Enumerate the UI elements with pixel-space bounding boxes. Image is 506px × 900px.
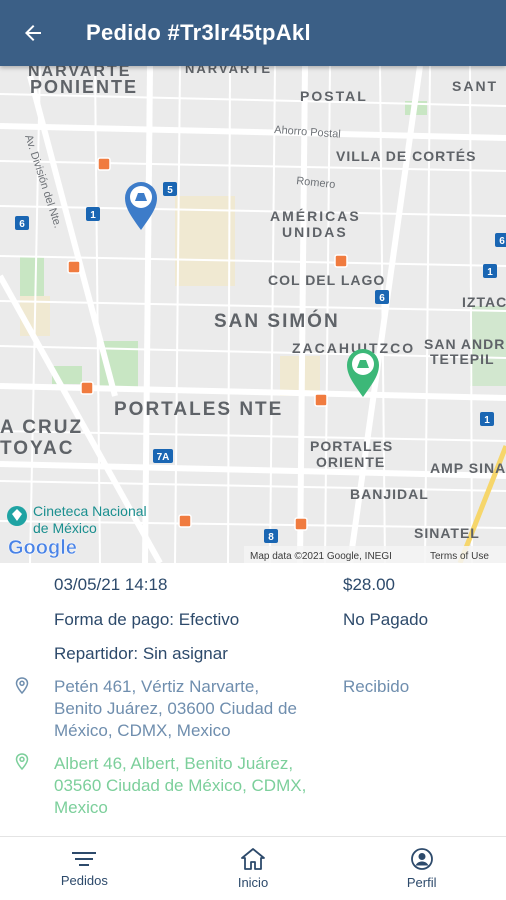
terms-of-use-link[interactable]: Terms of Use <box>430 551 489 562</box>
pickup-address: Petén 461, Vértiz Narvarte, Benito Juáre… <box>54 676 297 742</box>
google-logo: Google <box>8 537 77 559</box>
label-santa: SANT <box>452 78 498 94</box>
delivery-address-line: Mexico <box>54 798 108 817</box>
label-poniente: PONIENTE <box>30 77 138 97</box>
account-circle-icon <box>410 848 433 870</box>
nav-pedidos[interactable]: Pedidos <box>0 837 169 900</box>
label-portales-nte: PORTALES NTE <box>114 399 283 420</box>
label-americas: AMÉRICAS <box>270 208 361 224</box>
nav-perfil-label: Perfil <box>406 875 437 890</box>
label-col-del-lago: COL DEL LAGO <box>268 272 385 288</box>
svg-text:6: 6 <box>19 219 25 230</box>
map-canvas[interactable]: NARVARTE PONIENTE NARVARTE POSTAL SANT V… <box>0 66 506 563</box>
order-details: 03/05/21 14:18 $28.00 Forma de pago: Efe… <box>0 563 506 835</box>
courier: Repartidor: Sin asignar <box>54 644 228 663</box>
svg-text:6: 6 <box>379 293 385 304</box>
label-san-andres: SAN ANDR <box>424 336 505 352</box>
page-title: Pedido #Tr3lr45tpAkl <box>86 20 311 45</box>
pickup-address-line: Petén 461, Vértiz Narvarte, <box>54 677 260 696</box>
app-bar: Pedido #Tr3lr45tpAkl <box>0 0 506 66</box>
map-marker-outline-icon <box>15 753 29 771</box>
label-sinatel: SINATEL <box>414 525 480 541</box>
label-atoyac: TOYAC <box>0 438 74 459</box>
pickup-address-line: México, CDMX, Mexico <box>54 721 231 740</box>
label-unidas: UNIDAS <box>282 224 348 240</box>
label-oriente: ORIENTE <box>316 454 385 470</box>
label-banjidal: BANJIDAL <box>350 486 429 502</box>
pickup-address-line: Benito Juárez, 03600 Ciudad de <box>54 699 297 718</box>
home-icon <box>241 848 265 870</box>
label-villa-de-cortes: VILLA DE CORTÉS <box>336 148 477 164</box>
svg-text:1: 1 <box>484 415 490 426</box>
payment-method: Forma de pago: Efectivo <box>54 610 240 629</box>
nav-inicio[interactable]: Inicio <box>169 837 338 900</box>
label-santa-cruz: A CRUZ <box>0 417 83 438</box>
svg-text:7A: 7A <box>157 452 170 463</box>
label-iztac: IZTAC <box>462 294 506 310</box>
label-de-mexico: de México <box>33 520 97 536</box>
nav-pedidos-label: Pedidos <box>60 873 108 888</box>
back-button[interactable] <box>0 0 66 66</box>
arrow-left-icon <box>25 25 41 41</box>
svg-text:5: 5 <box>167 185 173 196</box>
svg-text:1: 1 <box>487 267 493 278</box>
order-map[interactable]: NARVARTE PONIENTE NARVARTE POSTAL SANT V… <box>0 66 506 563</box>
map-marker-outline-icon <box>15 677 29 695</box>
map-attribution: Map data ©2021 Google, INEGI <box>250 551 392 562</box>
label-portales: PORTALES <box>310 438 393 454</box>
park-area <box>20 256 44 296</box>
label-narvarte-top: NARVARTE <box>185 66 272 76</box>
order-status: Recibido <box>343 677 410 696</box>
label-postal: POSTAL <box>300 88 368 104</box>
list-icon <box>72 852 97 866</box>
svg-text:1: 1 <box>90 210 96 221</box>
delivery-address-line: 03560 Ciudad de México, CDMX, <box>54 776 307 795</box>
label-cineteca: Cineteca Nacional <box>33 503 147 519</box>
nav-perfil[interactable]: Perfil <box>337 837 506 900</box>
svg-text:6: 6 <box>499 236 505 247</box>
svg-text:8: 8 <box>268 532 274 543</box>
label-tetepilco: TETEPIL <box>430 351 495 367</box>
order-total: $28.00 <box>343 575 395 594</box>
order-datetime: 03/05/21 14:18 <box>54 575 168 594</box>
delivery-address-line: Albert 46, Albert, Benito Juárez, <box>54 754 294 773</box>
label-amp-sinatel: AMP SINA <box>430 460 506 476</box>
nav-inicio-label: Inicio <box>237 875 269 890</box>
label-san-simon: SAN SIMÓN <box>214 310 340 332</box>
bottom-navigation: Pedidos Inicio Perfil <box>0 836 506 900</box>
delivery-address: Albert 46, Albert, Benito Juárez, 03560 … <box>54 753 306 819</box>
payment-status: No Pagado <box>343 610 429 629</box>
